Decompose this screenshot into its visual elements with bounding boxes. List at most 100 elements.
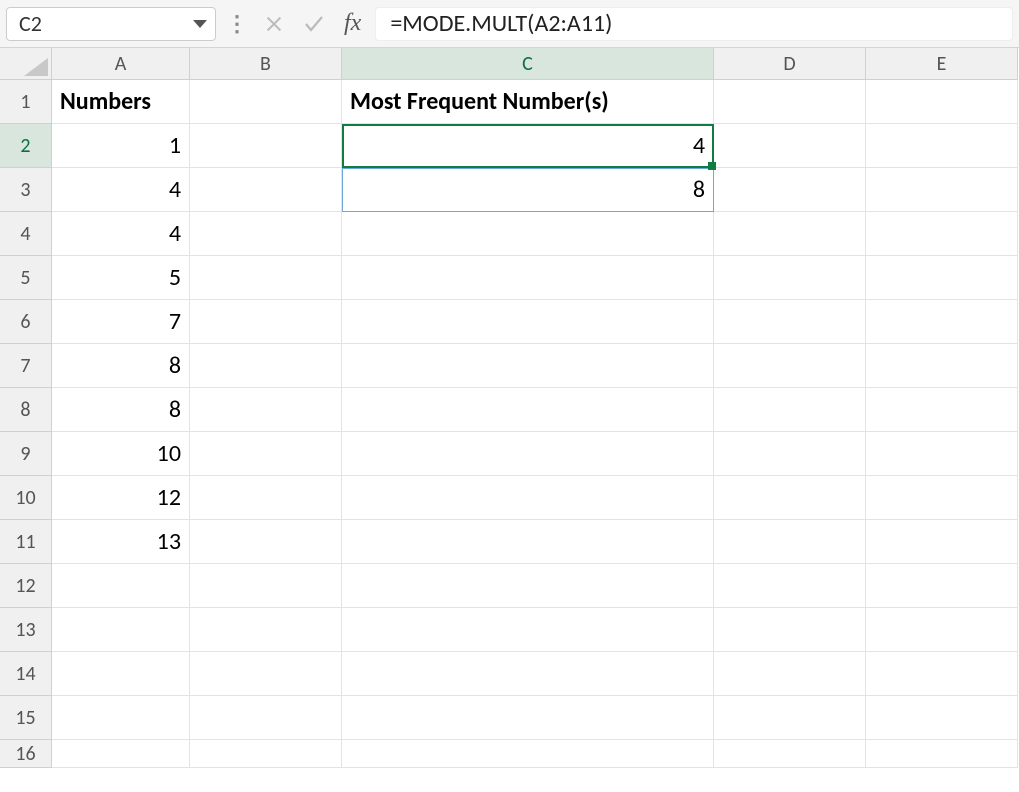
row-header-8[interactable]: 8 (0, 388, 52, 432)
cell-B7[interactable] (190, 344, 342, 388)
cell-C12[interactable] (342, 564, 714, 608)
select-all-corner[interactable] (0, 48, 52, 80)
cell-D4[interactable] (714, 212, 866, 256)
col-header-C[interactable]: C (342, 48, 714, 80)
row-header-15[interactable]: 15 (0, 696, 52, 740)
cancel-formula-button[interactable] (258, 8, 290, 40)
cell-A8[interactable]: 8 (52, 388, 190, 432)
cell-D14[interactable] (714, 652, 866, 696)
cell-C13[interactable] (342, 608, 714, 652)
cell-D8[interactable] (714, 388, 866, 432)
col-header-E[interactable]: E (866, 48, 1018, 80)
cell-B6[interactable] (190, 300, 342, 344)
cell-C10[interactable] (342, 476, 714, 520)
cell-D16[interactable] (714, 740, 866, 768)
cell-A3[interactable]: 4 (52, 168, 190, 212)
cell-E9[interactable] (866, 432, 1018, 476)
row-header-11[interactable]: 11 (0, 520, 52, 564)
cell-D3[interactable] (714, 168, 866, 212)
cell-C9[interactable] (342, 432, 714, 476)
row-header-14[interactable]: 14 (0, 652, 52, 696)
row-header-7[interactable]: 7 (0, 344, 52, 388)
cell-B12[interactable] (190, 564, 342, 608)
cell-D10[interactable] (714, 476, 866, 520)
cell-E13[interactable] (866, 608, 1018, 652)
cell-E5[interactable] (866, 256, 1018, 300)
cell-B11[interactable] (190, 520, 342, 564)
row-header-4[interactable]: 4 (0, 212, 52, 256)
cell-E1[interactable] (866, 80, 1018, 124)
cell-D11[interactable] (714, 520, 866, 564)
cell-D5[interactable] (714, 256, 866, 300)
row-header-3[interactable]: 3 (0, 168, 52, 212)
col-header-B[interactable]: B (190, 48, 342, 80)
cell-E2[interactable] (866, 124, 1018, 168)
cell-C3[interactable]: 8 (342, 168, 714, 212)
cell-A12[interactable] (52, 564, 190, 608)
row-header-10[interactable]: 10 (0, 476, 52, 520)
cell-C6[interactable] (342, 300, 714, 344)
cell-A1[interactable]: Numbers (52, 80, 190, 124)
cell-A13[interactable] (52, 608, 190, 652)
cell-C4[interactable] (342, 212, 714, 256)
cell-A14[interactable] (52, 652, 190, 696)
cell-A16[interactable] (52, 740, 190, 768)
cell-C1[interactable]: Most Frequent Number(s) (342, 80, 714, 124)
cell-A10[interactable]: 12 (52, 476, 190, 520)
cell-C5[interactable] (342, 256, 714, 300)
row-header-1[interactable]: 1 (0, 80, 52, 124)
cell-B8[interactable] (190, 388, 342, 432)
cell-A15[interactable] (52, 696, 190, 740)
col-header-D[interactable]: D (714, 48, 866, 80)
cell-B13[interactable] (190, 608, 342, 652)
cell-E6[interactable] (866, 300, 1018, 344)
cell-B2[interactable] (190, 124, 342, 168)
cell-B9[interactable] (190, 432, 342, 476)
cell-D1[interactable] (714, 80, 866, 124)
cell-B5[interactable] (190, 256, 342, 300)
cell-D7[interactable] (714, 344, 866, 388)
row-header-13[interactable]: 13 (0, 608, 52, 652)
cell-E3[interactable] (866, 168, 1018, 212)
row-header-6[interactable]: 6 (0, 300, 52, 344)
cell-B15[interactable] (190, 696, 342, 740)
cell-E15[interactable] (866, 696, 1018, 740)
cell-D9[interactable] (714, 432, 866, 476)
cell-E10[interactable] (866, 476, 1018, 520)
cell-B1[interactable] (190, 80, 342, 124)
cell-E11[interactable] (866, 520, 1018, 564)
cell-B14[interactable] (190, 652, 342, 696)
cell-E8[interactable] (866, 388, 1018, 432)
row-header-9[interactable]: 9 (0, 432, 52, 476)
cell-A9[interactable]: 10 (52, 432, 190, 476)
cell-B3[interactable] (190, 168, 342, 212)
cell-A11[interactable]: 13 (52, 520, 190, 564)
chevron-down-icon[interactable] (193, 20, 207, 28)
cell-C14[interactable] (342, 652, 714, 696)
cell-E16[interactable] (866, 740, 1018, 768)
row-header-16[interactable]: 16 (0, 740, 52, 768)
cell-C7[interactable] (342, 344, 714, 388)
cell-C15[interactable] (342, 696, 714, 740)
cell-E12[interactable] (866, 564, 1018, 608)
cell-C2[interactable]: 4 (342, 124, 714, 168)
cell-D13[interactable] (714, 608, 866, 652)
cell-E14[interactable] (866, 652, 1018, 696)
cell-A5[interactable]: 5 (52, 256, 190, 300)
enter-formula-button[interactable] (298, 8, 330, 40)
col-header-A[interactable]: A (52, 48, 190, 80)
cell-D12[interactable] (714, 564, 866, 608)
cell-B16[interactable] (190, 740, 342, 768)
cell-C11[interactable] (342, 520, 714, 564)
cell-E4[interactable] (866, 212, 1018, 256)
cell-E7[interactable] (866, 344, 1018, 388)
cell-C8[interactable] (342, 388, 714, 432)
cell-B4[interactable] (190, 212, 342, 256)
cell-D2[interactable] (714, 124, 866, 168)
cell-D15[interactable] (714, 696, 866, 740)
spreadsheet-grid[interactable]: A B C D E 1 Numbers Most Frequent Number… (0, 48, 1019, 768)
row-header-5[interactable]: 5 (0, 256, 52, 300)
cell-A6[interactable]: 7 (52, 300, 190, 344)
formula-input[interactable]: =MODE.MULT(A2:A11) (375, 7, 1013, 41)
row-header-12[interactable]: 12 (0, 564, 52, 608)
